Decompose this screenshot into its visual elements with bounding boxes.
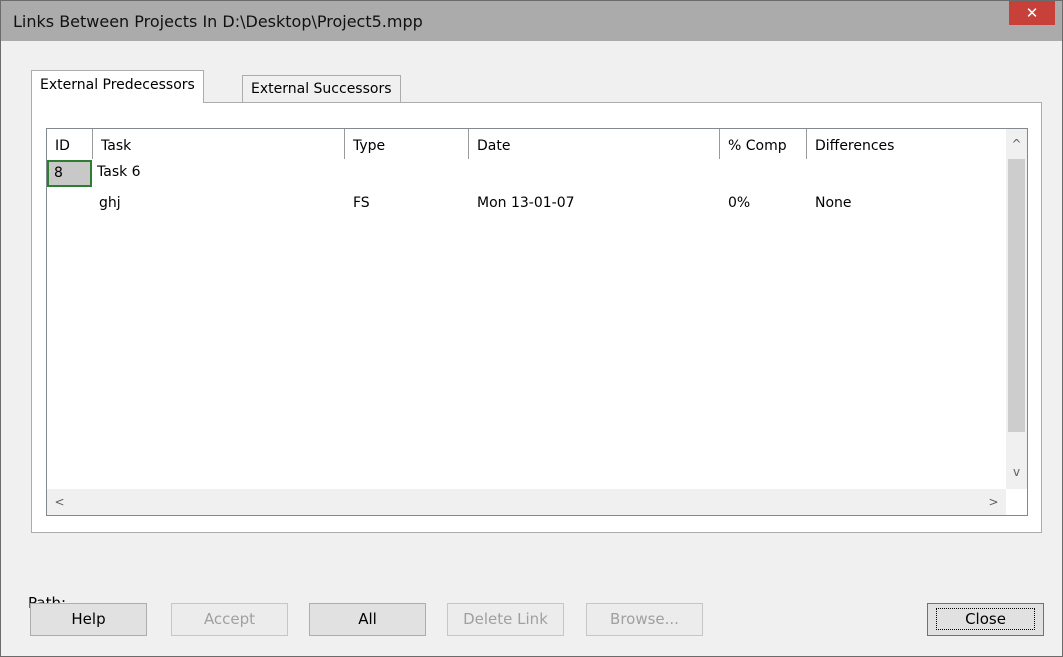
close-icon[interactable]: ✕ [1009, 1, 1055, 25]
all-button[interactable]: All [309, 603, 426, 636]
table-cell-differences[interactable]: None [815, 195, 852, 211]
table-cell-task[interactable]: ghj [99, 195, 121, 211]
column-header-id[interactable]: ID [47, 129, 93, 159]
tab-external-predecessors[interactable]: External Predecessors [31, 70, 204, 103]
dialog-window: Links Between Projects In D:\Desktop\Pro… [0, 0, 1063, 657]
accept-button[interactable]: Accept [171, 603, 288, 636]
table-header: ID Task Type Date % Comp Differences [47, 129, 1007, 159]
close-button-label: Close [936, 608, 1035, 630]
table-cell-type[interactable]: FS [353, 195, 370, 211]
table-cell-comp[interactable]: 0% [728, 195, 750, 211]
tab-external-successors[interactable]: External Successors [242, 75, 401, 103]
horizontal-scrollbar[interactable]: < > [47, 489, 1006, 515]
tab-panel: ID Task Type Date % Comp Differences 8 T… [31, 102, 1042, 533]
scroll-left-icon[interactable]: < [49, 489, 70, 515]
links-table[interactable]: ID Task Type Date % Comp Differences 8 T… [46, 128, 1028, 516]
table-cell-task[interactable]: Task 6 [97, 164, 141, 180]
scroll-right-icon[interactable]: > [983, 489, 1004, 515]
scroll-up-icon[interactable]: ^ [1006, 131, 1027, 157]
close-button[interactable]: Close [927, 603, 1044, 636]
vertical-scrollbar[interactable]: ^ v [1006, 129, 1027, 489]
title-bar[interactable]: Links Between Projects In D:\Desktop\Pro… [1, 1, 1062, 41]
table-cell-id-selected[interactable]: 8 [47, 160, 92, 187]
column-header-comp[interactable]: % Comp [720, 129, 807, 159]
column-header-task[interactable]: Task [93, 129, 345, 159]
column-header-differences[interactable]: Differences [807, 129, 1007, 159]
help-button[interactable]: Help [30, 603, 147, 636]
vertical-scroll-thumb[interactable] [1008, 159, 1025, 432]
delete-link-button[interactable]: Delete Link [447, 603, 564, 636]
browse-button[interactable]: Browse... [586, 603, 703, 636]
table-cell-date[interactable]: Mon 13-01-07 [477, 195, 575, 211]
column-header-type[interactable]: Type [345, 129, 469, 159]
dialog-title: Links Between Projects In D:\Desktop\Pro… [13, 12, 423, 31]
dialog-body: External Predecessors External Successor… [9, 41, 1054, 647]
column-header-date[interactable]: Date [469, 129, 720, 159]
scroll-down-icon[interactable]: v [1006, 459, 1027, 485]
